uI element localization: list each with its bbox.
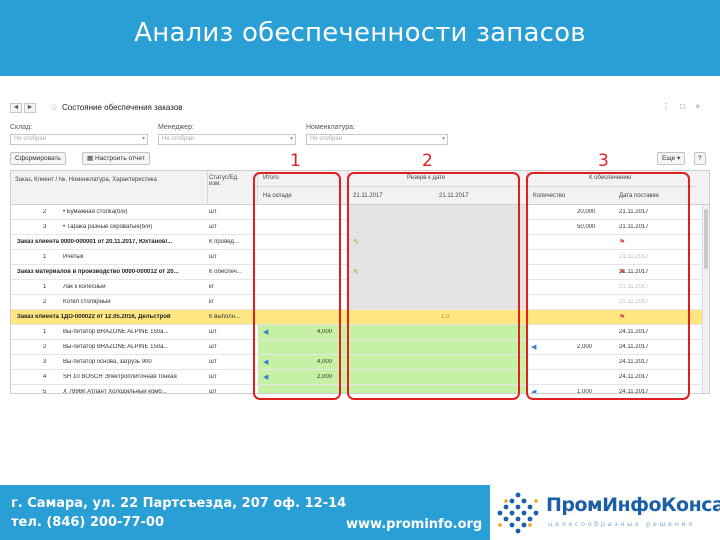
row-unit: К обеспеч... [209,269,242,275]
row-name: • Бумажная столка(б/и) [63,209,128,215]
header-divider [207,171,208,205]
row-unit: К провед... [209,239,239,245]
warehouse-label: Склад: [10,124,33,131]
favorite-star-icon[interactable]: ☆ [50,102,58,113]
row-unit: шт [209,359,217,365]
header-status: Статус/Ед. изм. [209,175,239,187]
marker-2: 2 [422,151,433,171]
row-unit: К выполн... [209,314,240,320]
logo-dots-icon [497,492,539,534]
slide-title: Анализ обеспеченности запасов [134,18,586,48]
row-name: Вы-питатор основа, загрузь 900 [63,359,152,365]
window-title-bar: ◄ ► ☆ Состояние обеспечения заказов ⋮ □ … [10,102,710,116]
marker-3: 3 [598,151,609,171]
row-number: 2 [43,344,47,350]
title-band: Анализ обеспеченности запасов [0,0,720,76]
row-unit: кг [209,284,214,290]
refresh-button[interactable]: Сформировать [10,152,66,165]
row-number: 1 [43,329,47,335]
warehouse-placeholder: Не отобран [14,136,46,142]
row-unit: шт [209,389,217,394]
row-number: 4 [43,374,47,380]
row-name: Вы-питатор BRAZONE ALPINE 150а... [63,344,169,350]
scrollbar-thumb[interactable] [704,209,708,269]
row-name: SH 10 BOSCH Электроплиточная тонкая [63,374,177,380]
row-unit: шт [209,209,217,215]
row-name: Заказ клиента 0000-000001 от 20.11.2017,… [17,239,173,245]
settings-button[interactable]: ▦ Настроить отчет [82,152,150,165]
footer-phone: тел. (846) 200-77-00 [11,515,164,530]
manager-label: Менеджер: [158,124,194,131]
window-title: Состояние обеспечения заказов [62,103,183,112]
row-name: Заказ материалов в производство 0000-000… [17,269,179,275]
row-unit: кг [209,299,214,305]
row-unit: шт [209,374,217,380]
chevron-down-icon[interactable]: ▾ [290,135,293,144]
item-placeholder: Не отобран [310,136,342,142]
highlight-box-3 [526,172,690,400]
row-name: Ичетык [63,254,84,260]
row-name: Х 7896К Атлант Холодильный комб... [63,389,167,394]
row-number: 5 [43,389,47,394]
row-number: 1 [43,254,47,260]
row-unit: шт [209,254,217,260]
settings-label: Настроить отчет [94,155,145,162]
row-number: 3 [43,359,47,365]
company-logo: ПромИнфоКонсалт целесообразные решения [490,485,720,540]
help-button[interactable]: ? [694,152,706,165]
back-button[interactable]: ◄ [10,103,22,113]
highlight-box-2 [347,172,520,400]
row-name: Лак к колесный [63,284,106,290]
header-order: Заказ, Клиент / №, Номенклатура, Характе… [15,177,157,183]
manager-field[interactable]: Не отобран ▾ [158,134,296,145]
chevron-down-icon[interactable]: ▾ [442,135,445,144]
row-name: • Тарака разные сероватые(б/и) [63,224,153,230]
highlight-box-1 [253,172,341,400]
window-controls[interactable]: ⋮ □ × [662,102,704,111]
more-button[interactable]: Еще ▾ [657,152,686,165]
settings-icon: ▦ [87,155,95,162]
forward-button[interactable]: ► [24,103,36,113]
row-name: Вы-питатор BRAZONE ALPINE 150а... [63,329,169,335]
marker-1: 1 [290,151,301,171]
footer-address: г. Самара, ул. 22 Партсъезда, 207 оф. 12… [11,496,347,511]
logo-name: ПромИнфоКонсалт [546,494,720,516]
row-unit: шт [209,329,217,335]
footer-website[interactable]: www.prominfo.org [346,517,482,532]
item-field[interactable]: Не отобран ▾ [306,134,448,145]
row-name: Заказ клиента 1ДО-000022 от 12.05.2016, … [17,314,171,320]
row-number: 2 [43,299,47,305]
row-name: Котел столярный [63,299,111,305]
manager-placeholder: Не отобран [162,136,194,142]
row-number: 2 [43,209,47,215]
row-unit: шт [209,224,217,230]
row-number: 3 [43,224,47,230]
logo-tagline: целесообразные решения [548,520,695,528]
item-label: Номенклатура: [306,124,355,131]
warehouse-field[interactable]: Не отобран ▾ [10,134,148,145]
vertical-scrollbar[interactable] [702,205,709,393]
row-number: 1 [43,284,47,290]
row-unit: шт [209,344,217,350]
chevron-down-icon[interactable]: ▾ [142,135,145,144]
report-screenshot: ◄ ► ☆ Состояние обеспечения заказов ⋮ □ … [10,98,710,400]
